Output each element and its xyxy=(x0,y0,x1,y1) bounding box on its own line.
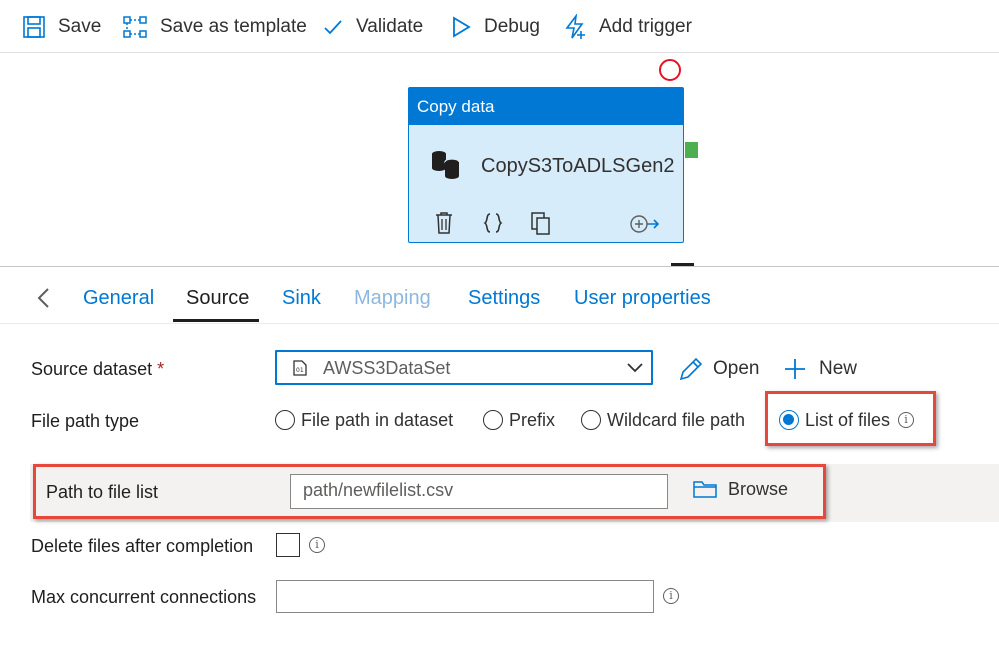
plus-icon xyxy=(785,359,805,379)
delete-files-label: Delete files after completion xyxy=(31,536,254,556)
radio-list-of-files[interactable]: List of files i xyxy=(779,406,915,434)
path-to-file-list-input[interactable]: path/newfilelist.csv xyxy=(290,474,668,509)
file-path-type-label: File path type xyxy=(31,411,140,431)
tab-source[interactable]: Source xyxy=(186,287,249,310)
tab-mapping: Mapping xyxy=(354,287,431,309)
info-icon[interactable]: i xyxy=(898,412,915,428)
info-icon[interactable]: i xyxy=(663,588,679,604)
radio-label: Prefix xyxy=(509,409,556,430)
new-dataset-button[interactable]: New xyxy=(783,355,857,383)
activity-name: CopyS3ToADLSGen2 xyxy=(481,155,675,177)
template-icon xyxy=(123,16,147,38)
save-as-template-label: Save as template xyxy=(160,16,307,37)
radio-label: File path in dataset xyxy=(301,409,454,430)
radio-circle-selected[interactable] xyxy=(779,410,799,430)
add-trigger-label: Add trigger xyxy=(599,16,692,37)
save-button[interactable]: Save xyxy=(22,10,101,44)
copy-icon[interactable] xyxy=(529,211,553,235)
path-to-file-list-label: Path to file list xyxy=(46,482,159,502)
open-dataset-button[interactable]: Open xyxy=(678,355,759,383)
radio-wildcard-file-path[interactable]: Wildcard file path xyxy=(581,406,745,434)
open-label: Open xyxy=(713,358,760,379)
source-dataset-value: AWSS3DataSet xyxy=(323,358,451,378)
save-label: Save xyxy=(58,16,102,37)
tab-general[interactable]: General xyxy=(83,287,154,310)
add-trigger-button[interactable]: Add trigger xyxy=(563,10,692,44)
lightning-icon xyxy=(565,14,585,39)
tab-sink[interactable]: Sink xyxy=(282,287,321,310)
source-dataset-label-text: Source dataset xyxy=(31,359,153,379)
chevron-down-icon xyxy=(627,363,643,373)
dataset-file-icon: 01 xyxy=(293,360,307,376)
chevron-left-icon[interactable] xyxy=(36,287,50,309)
save-as-template-button[interactable]: Save as template xyxy=(122,10,307,44)
max-concurrent-connections-input[interactable] xyxy=(276,580,654,613)
add-output-icon[interactable] xyxy=(629,214,661,234)
radio-label: Wildcard file path xyxy=(607,409,746,430)
active-tab-indicator xyxy=(173,319,259,322)
save-icon xyxy=(23,16,45,38)
radio-circle[interactable] xyxy=(581,410,601,430)
required-marker: * xyxy=(157,359,165,379)
new-label: New xyxy=(819,358,858,379)
debug-label: Debug xyxy=(484,16,540,37)
pencil-icon xyxy=(679,357,703,381)
database-icon xyxy=(432,151,460,179)
tab-user-properties[interactable]: User properties xyxy=(574,287,711,310)
tab-settings[interactable]: Settings xyxy=(468,287,540,310)
radio-circle[interactable] xyxy=(275,410,295,430)
delete-icon[interactable] xyxy=(434,211,454,235)
path-to-file-list-value: path/newfilelist.csv xyxy=(303,480,454,500)
radio-circle[interactable] xyxy=(483,410,503,430)
properties-tabbar: General Source Sink Mapping Settings Use… xyxy=(0,266,999,325)
code-braces-icon[interactable] xyxy=(481,211,505,235)
folder-icon xyxy=(693,481,717,498)
svg-text:01: 01 xyxy=(296,367,304,374)
source-dataset-label: Source dataset * xyxy=(31,359,164,380)
validate-label: Validate xyxy=(356,16,424,37)
copy-data-activity[interactable]: Copy data CopyS3ToADLSGen2 xyxy=(408,87,684,243)
radio-prefix[interactable]: Prefix xyxy=(483,406,555,434)
activity-header: Copy data xyxy=(409,88,683,125)
success-output-handle[interactable] xyxy=(685,142,698,158)
source-dataset-dropdown[interactable]: 01 AWSS3DataSet xyxy=(275,350,653,385)
delete-files-checkbox[interactable] xyxy=(276,533,300,557)
browse-button[interactable]: Browse xyxy=(692,476,788,502)
max-concurrent-connections-label: Max concurrent connections xyxy=(31,587,257,607)
failure-output-handle[interactable] xyxy=(659,59,681,81)
tab-divider xyxy=(0,323,999,324)
debug-button[interactable]: Debug xyxy=(450,10,540,44)
checkmark-icon xyxy=(324,20,342,35)
toolbar: Save Save as template Validate Debug Add… xyxy=(0,0,999,53)
browse-label: Browse xyxy=(728,478,789,499)
radio-file-path-in-dataset[interactable]: File path in dataset xyxy=(275,406,453,434)
validate-button[interactable]: Validate xyxy=(322,10,423,44)
info-icon[interactable]: i xyxy=(309,537,325,553)
play-icon xyxy=(453,16,471,38)
radio-label: List of files xyxy=(805,409,891,430)
